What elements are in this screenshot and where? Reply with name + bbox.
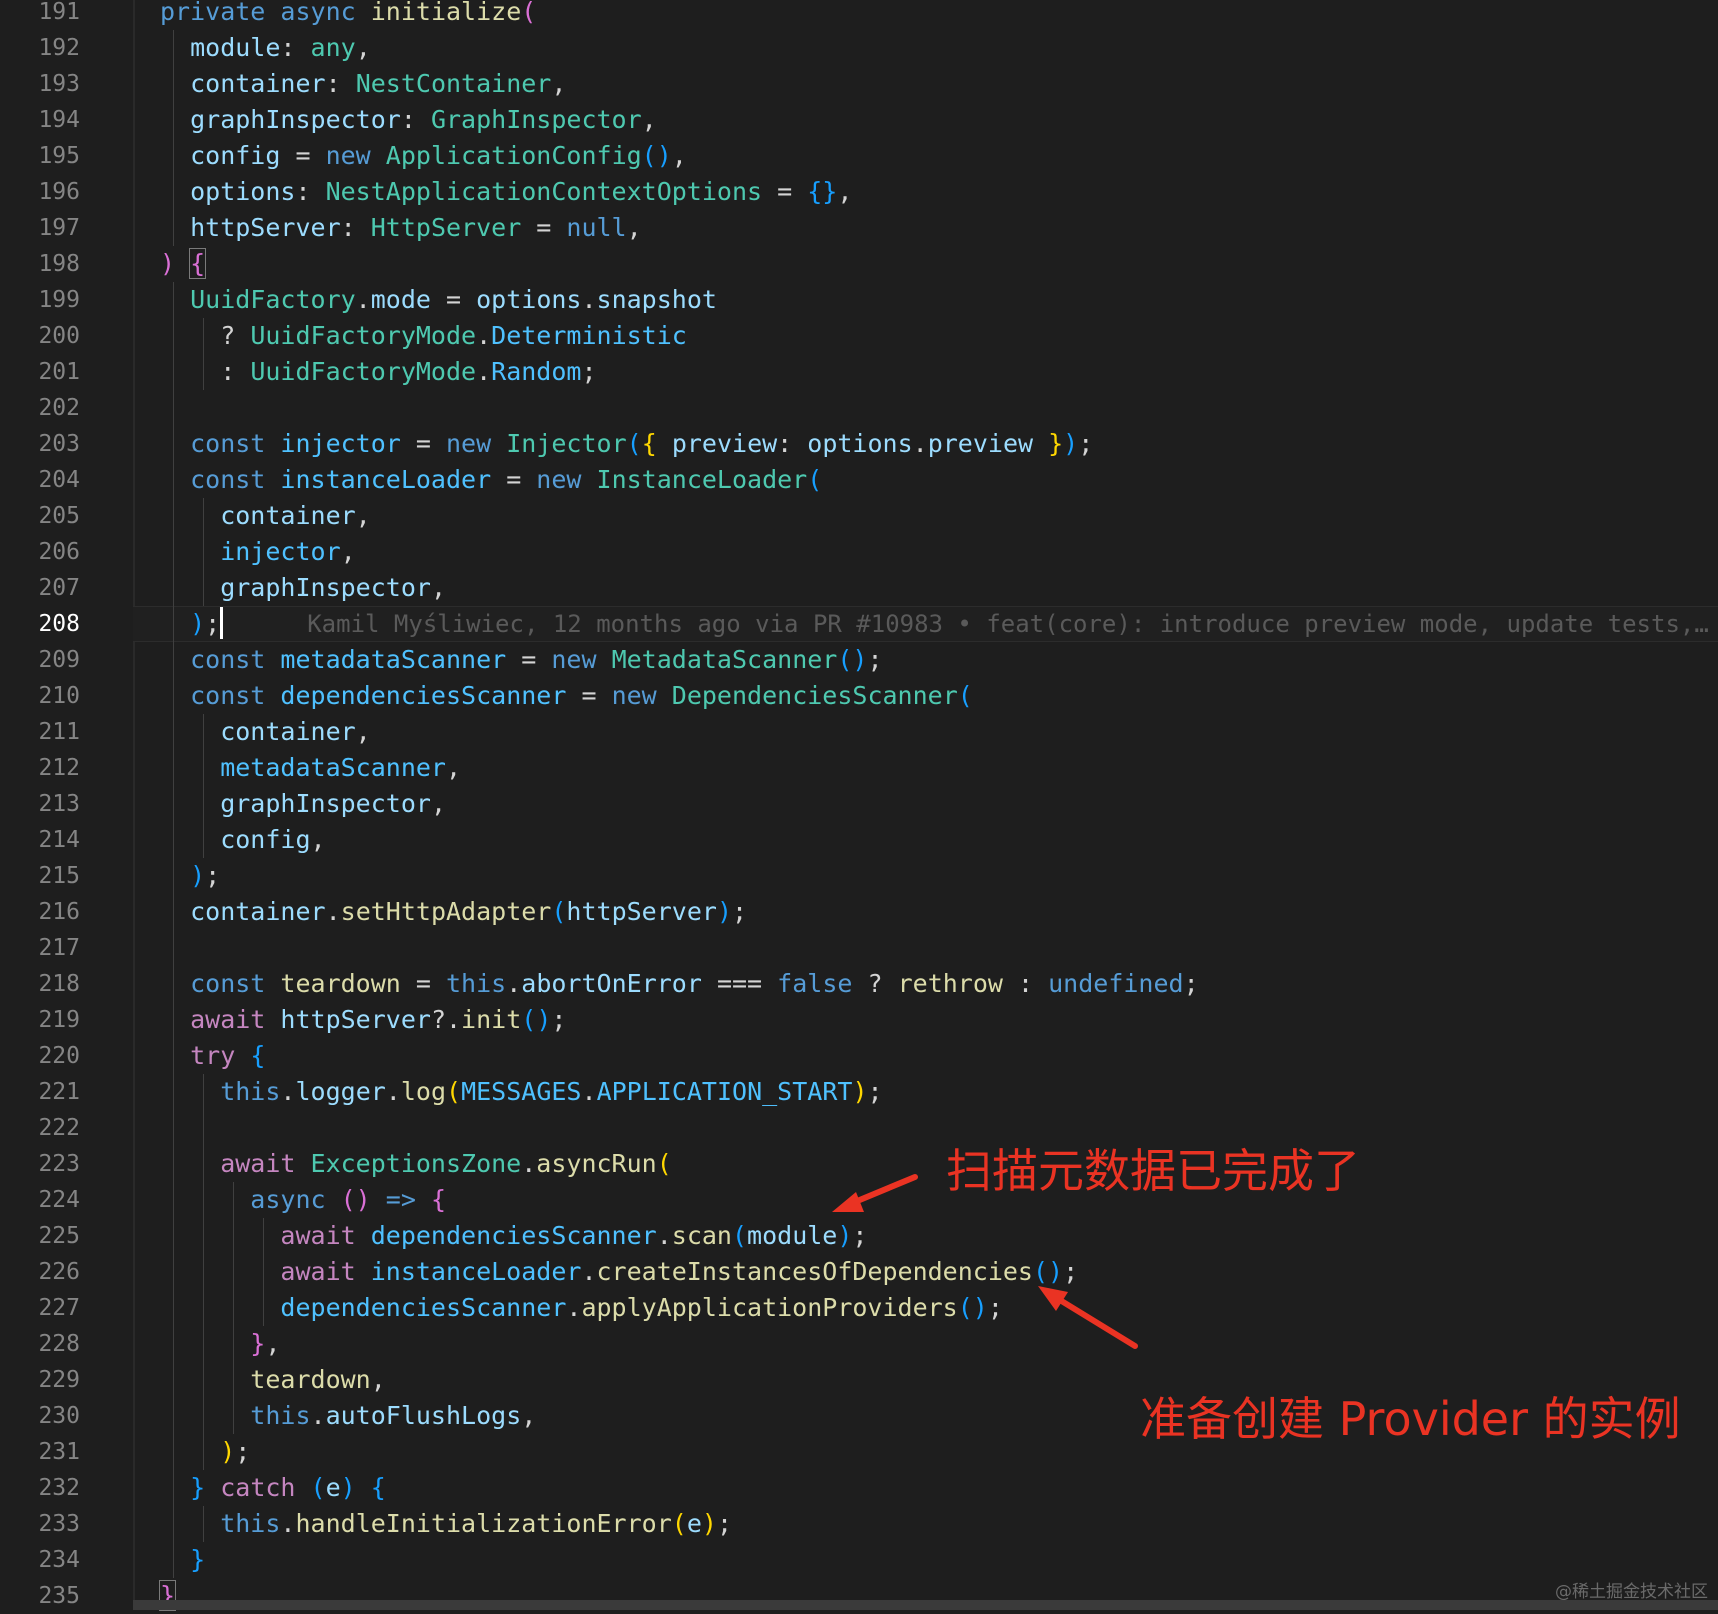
annotation-scan-done: 扫描元数据已完成了 — [946, 1144, 1360, 1198]
annotation-arrows — [832, 1174, 1138, 1349]
annotation-prepare-create: 准备创建 Provider 的实例 — [1140, 1392, 1681, 1446]
arrow-to-create-instances-line — [1038, 1286, 1138, 1349]
arrow-to-scan-line — [832, 1174, 918, 1212]
watermark: @稀土掘金技术社区 — [1555, 1582, 1708, 1602]
